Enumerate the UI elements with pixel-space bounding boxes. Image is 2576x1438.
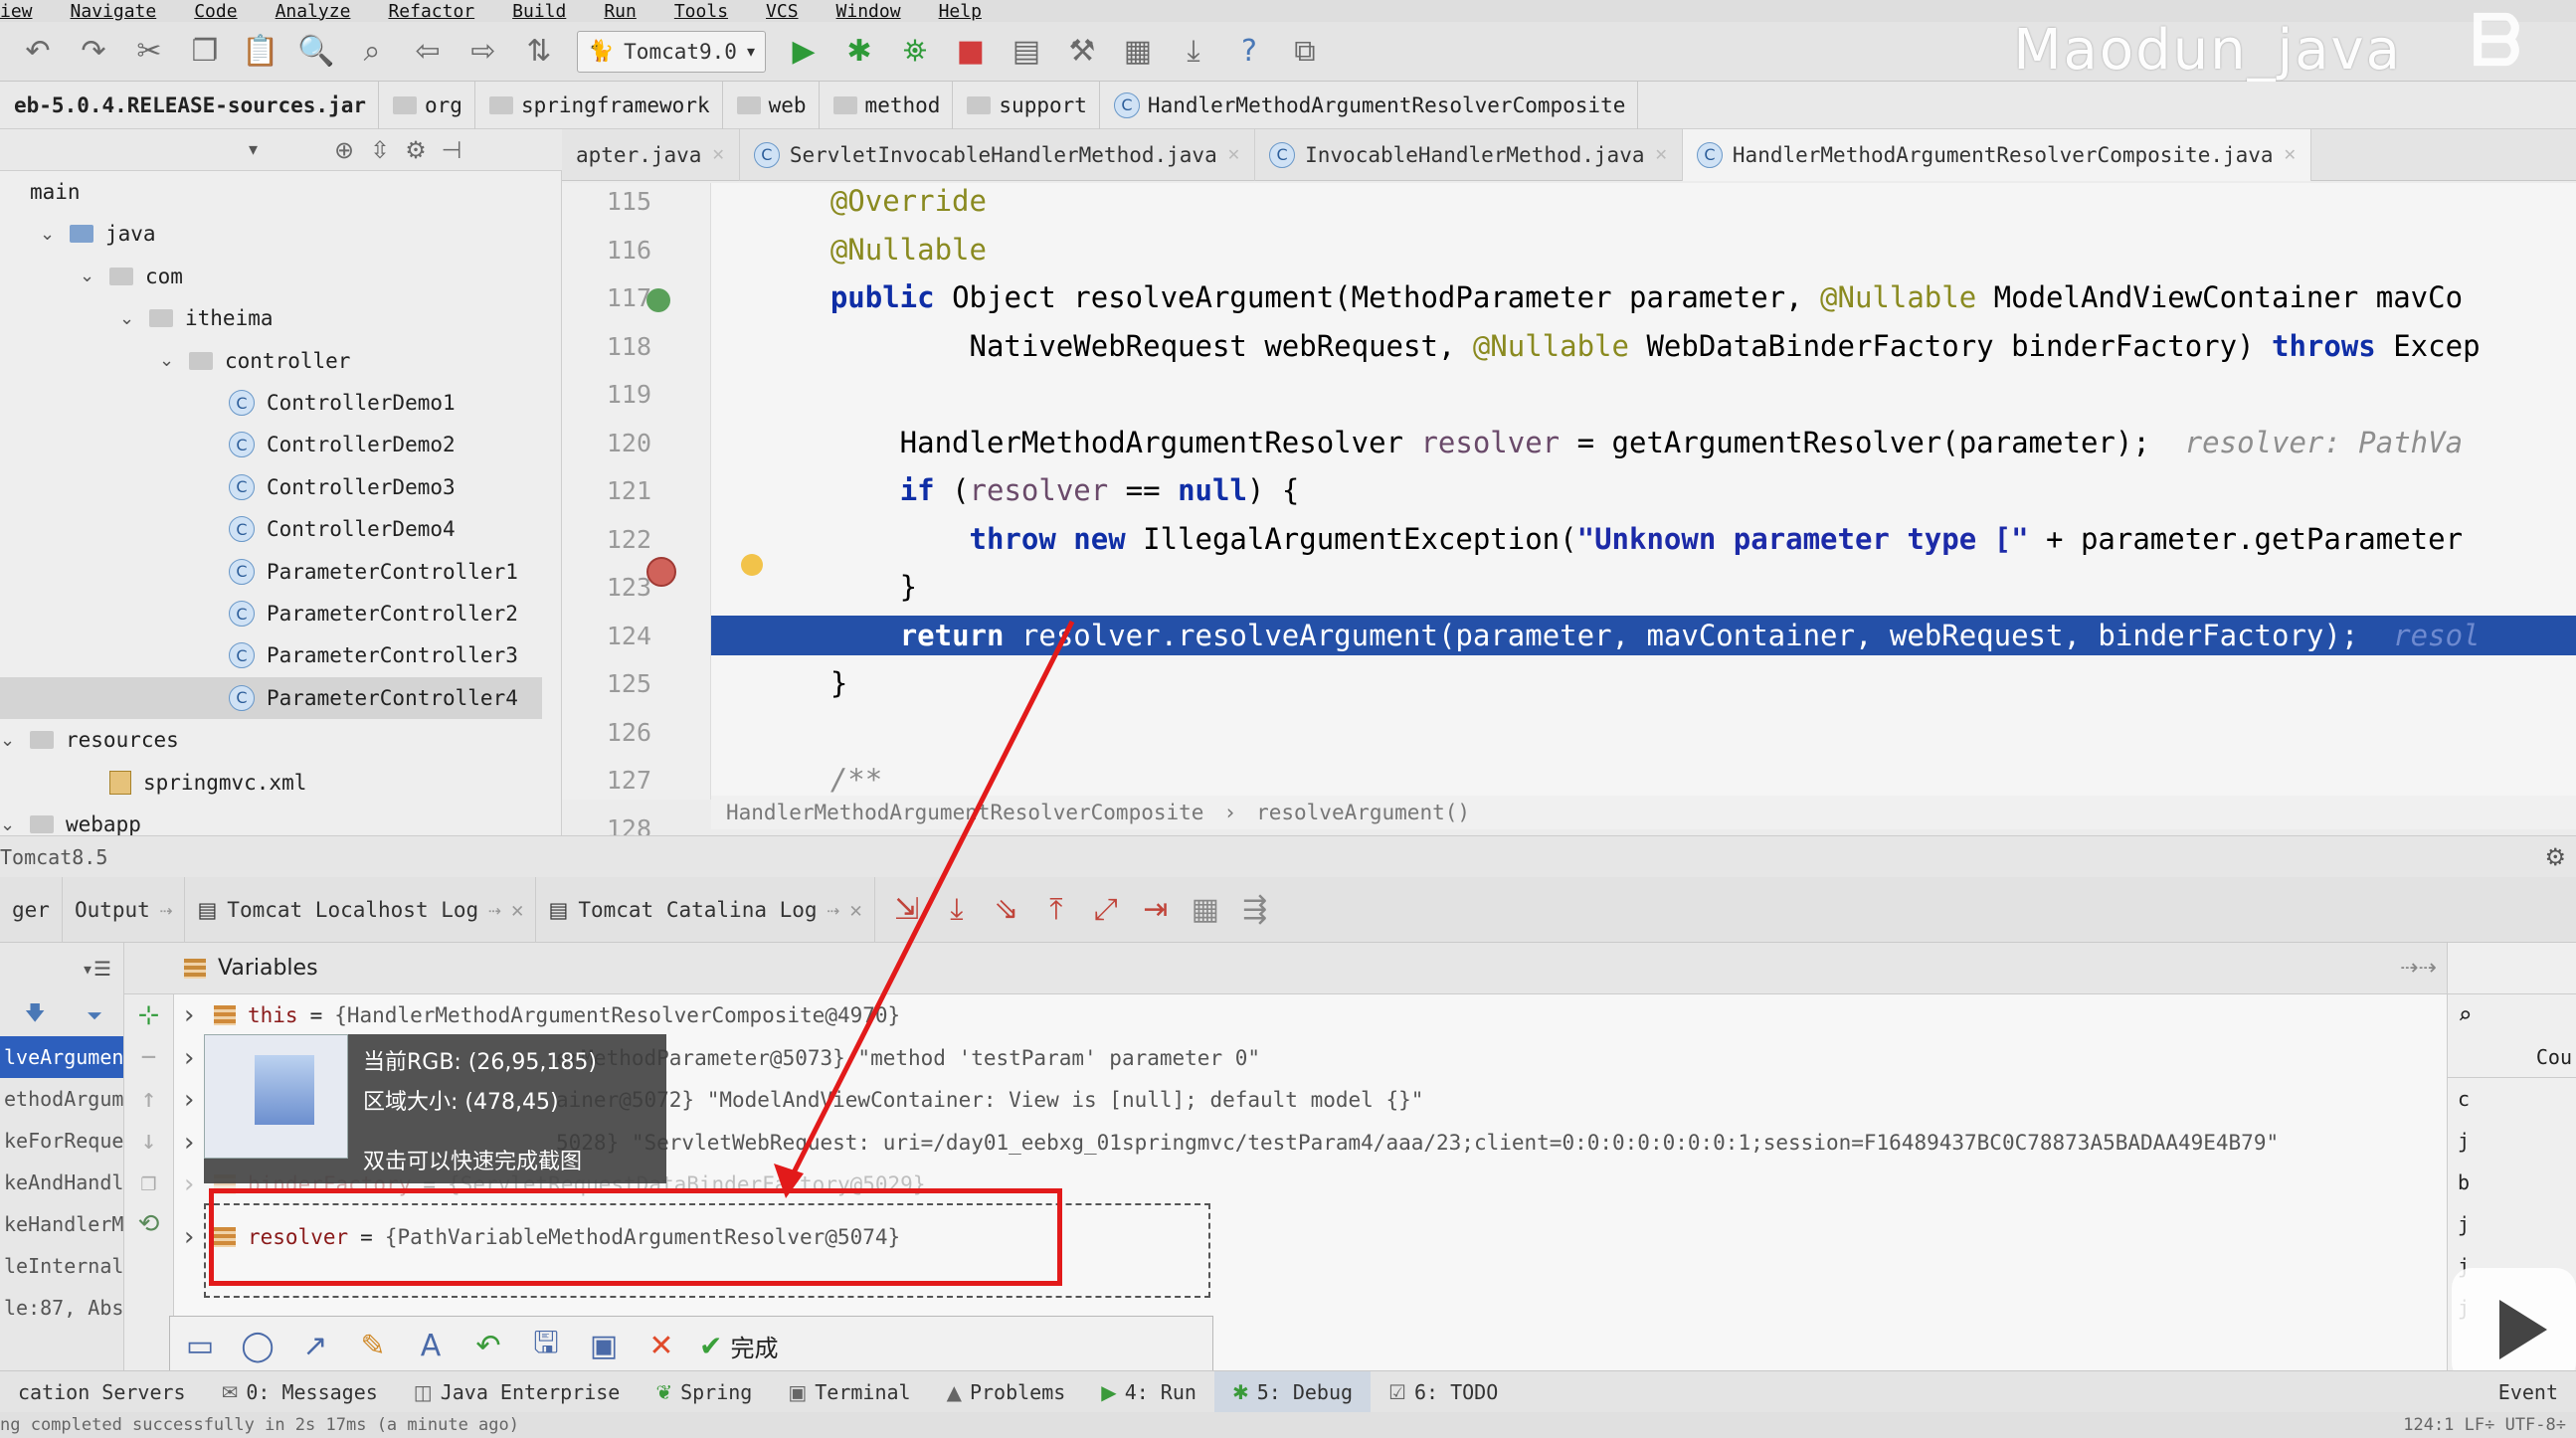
tab-icon: ✱ — [1231, 1379, 1249, 1404]
check-icon: ✔ — [699, 1329, 723, 1362]
video-play-button[interactable] — [2452, 1268, 2576, 1382]
status-right: 124:1 LF÷ UTF-8÷ — [2403, 1415, 2566, 1435]
lightbulb-icon[interactable] — [741, 554, 763, 576]
bottom-tab[interactable]: Event — [2481, 1371, 2576, 1413]
tab-icon: ◫ — [413, 1379, 433, 1404]
status-bar: ng completed successfully in 2s 17ms (a … — [0, 1412, 2576, 1438]
bottom-tab-label: Event — [2497, 1379, 2558, 1404]
capture-hint: 双击可以快速完成截图 — [363, 1150, 583, 1174]
bottom-tab[interactable]: ▣ Terminal — [770, 1371, 928, 1413]
bottom-tab-label: 6: TODO — [1413, 1379, 1499, 1404]
save-tool-icon[interactable]: 🖫 — [526, 1326, 566, 1365]
bottom-tool-tabs: cation Servers ✉ 0: Messages ◫ Java Enterpri… — [0, 1370, 2576, 1413]
bottom-tab[interactable]: ✱ 5: Debug — [1213, 1370, 1372, 1413]
play-icon — [2499, 1300, 2547, 1359]
bottom-tab[interactable]: ✉ 0: Messages — [204, 1371, 396, 1413]
bottom-tab[interactable]: ◫ Java Enterprise — [396, 1371, 639, 1413]
bottom-tab[interactable]: ▶ 4: Run — [1083, 1371, 1214, 1413]
done-button[interactable]: ✔ 完成 — [699, 1329, 778, 1363]
bottom-tab[interactable]: cation Servers — [0, 1371, 204, 1413]
preview-image — [255, 1055, 314, 1125]
bottom-tab[interactable]: ❦ Spring — [638, 1371, 770, 1413]
bottom-tab-label: 0: Messages — [246, 1379, 378, 1404]
tab-icon: ▶ — [1101, 1379, 1117, 1404]
rgb-readout: 当前RGB: (26,95,185) — [363, 1050, 597, 1075]
arrow-tool-icon[interactable]: ↗ — [295, 1326, 335, 1365]
bottom-tab-label: 5: Debug — [1256, 1379, 1354, 1404]
copy-tool-icon[interactable]: ▣ — [584, 1326, 624, 1365]
tab-icon: ☑ — [1388, 1379, 1406, 1404]
status-text: ng completed successfully in 2s 17ms (a … — [0, 1415, 519, 1435]
capture-toolbar: ▭ ◯ ↗ ✎ A ↶ 🖫 ▣ ✕ ✔ 完成 — [169, 1316, 1213, 1375]
tab-icon: ❦ — [655, 1379, 673, 1404]
tab-icon: ▣ — [788, 1379, 808, 1404]
annotation-arrow — [783, 620, 1075, 1190]
magnifier-preview — [204, 1034, 348, 1159]
tab-icon: ▲ — [946, 1379, 962, 1404]
bottom-tab-label: Java Enterprise — [440, 1379, 621, 1404]
bottom-tab-label: 4: Run — [1124, 1379, 1196, 1404]
bottom-tab-label: Spring — [680, 1379, 753, 1404]
pen-tool-icon[interactable]: ✎ — [353, 1326, 393, 1365]
cancel-tool-icon[interactable]: ✕ — [642, 1326, 681, 1365]
undo-tool-icon[interactable]: ↶ — [468, 1326, 508, 1365]
bottom-tab-label: Terminal — [815, 1379, 911, 1404]
highlight-rectangle — [209, 1188, 1062, 1286]
done-label: 完成 — [730, 1334, 779, 1362]
bottom-tab-label: cation Servers — [18, 1379, 186, 1404]
text-tool-icon[interactable]: A — [411, 1326, 451, 1365]
size-readout: 区域大小: (478,45) — [363, 1090, 559, 1115]
rectangle-tool-icon[interactable]: ▭ — [180, 1326, 220, 1365]
ellipse-tool-icon[interactable]: ◯ — [238, 1326, 277, 1365]
bottom-tab-label: Problems — [969, 1379, 1066, 1404]
tab-icon: ✉ — [221, 1379, 239, 1404]
bottom-tab[interactable]: ☑ 6: TODO — [1371, 1371, 1516, 1413]
capture-tooltip: 当前RGB: (26,95,185) 区域大小: (478,45) 双击可以快速… — [204, 1034, 666, 1183]
bottom-tab[interactable]: ▲ Problems — [929, 1371, 1084, 1413]
